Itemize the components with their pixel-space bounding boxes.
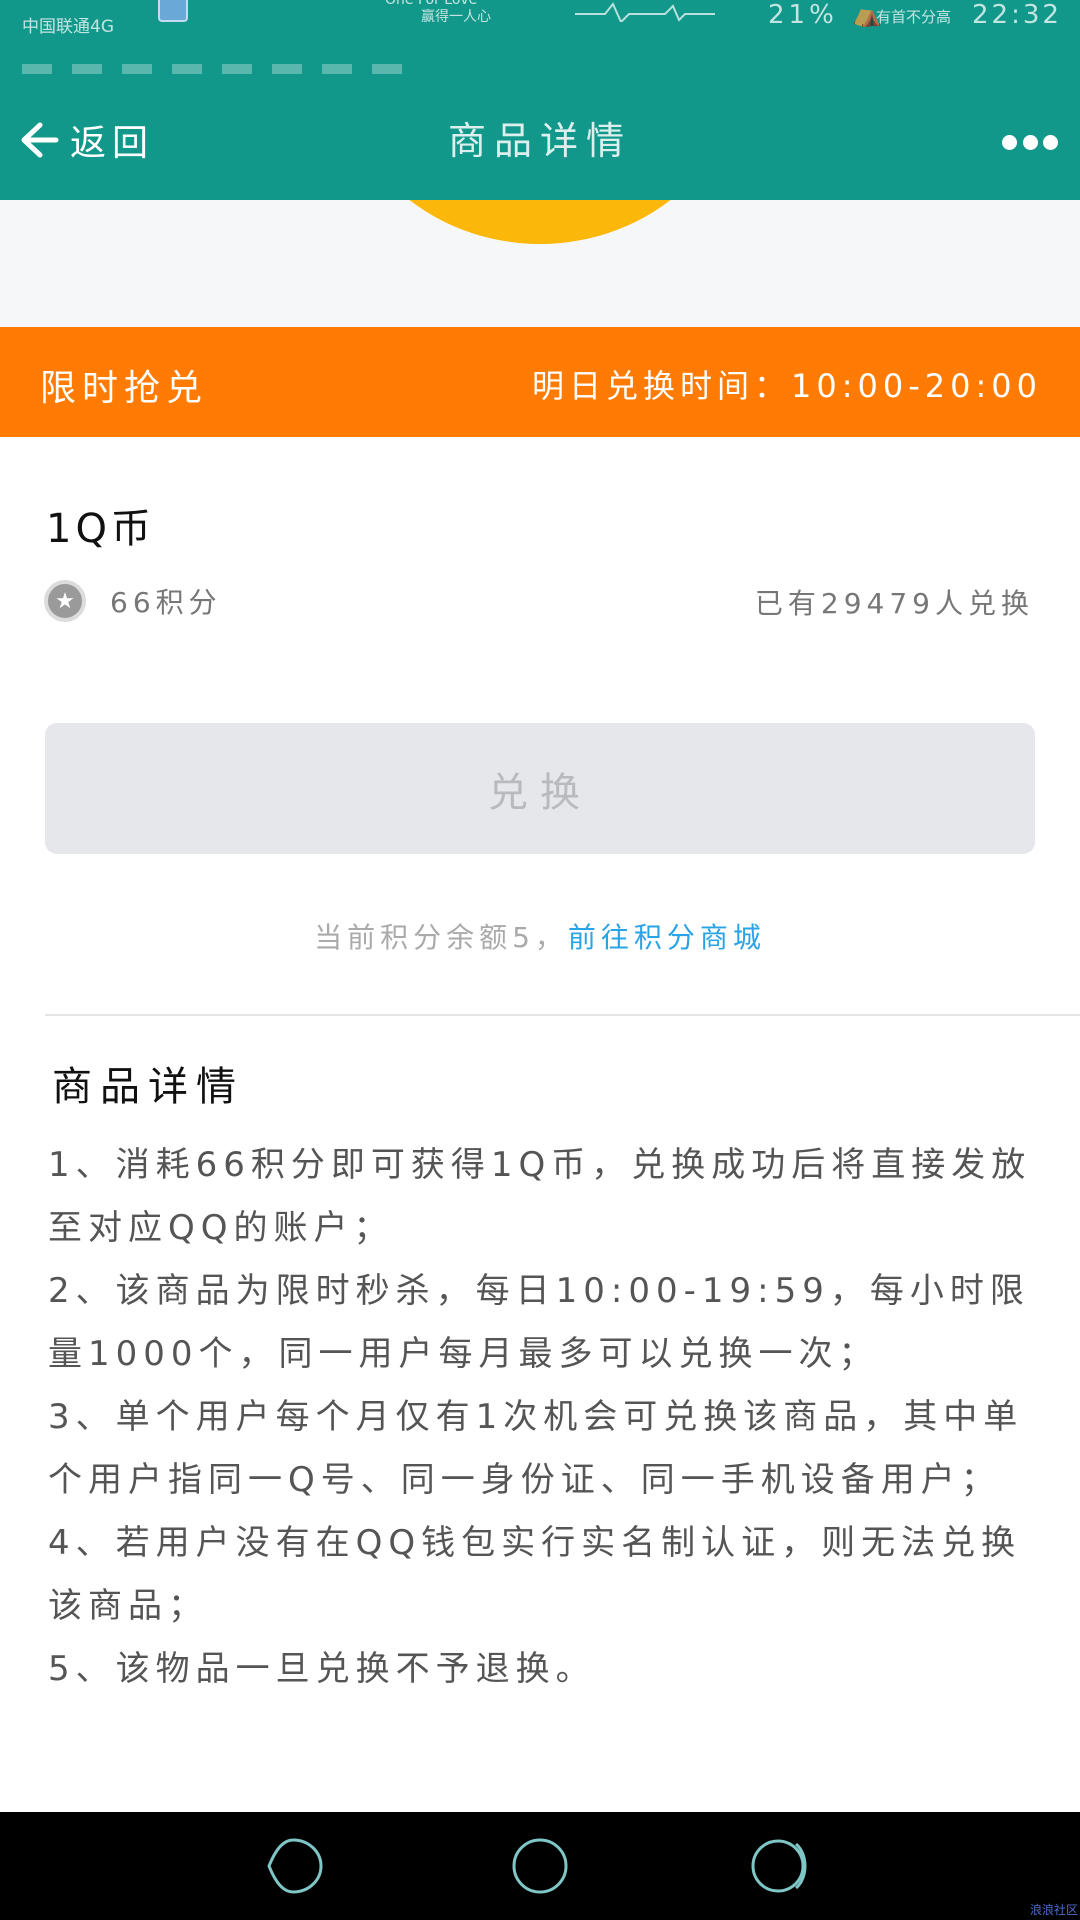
detail-item: 5、该物品一旦兑换不予退换。 xyxy=(48,1649,596,1689)
product-banner xyxy=(0,200,1080,327)
detail-item: 3、单个用户每个月仅有1次机会可兑换该商品，其中单个用户指同一Q号、同一身份证、… xyxy=(48,1397,1024,1500)
divider xyxy=(45,1014,1080,1016)
redeem-button[interactable]: 兑换 xyxy=(45,723,1035,854)
carrier-label: 中国联通4G xyxy=(22,17,114,37)
status-note: 有首不分高 xyxy=(876,8,952,26)
nav-back-icon[interactable] xyxy=(263,1836,327,1896)
nav-recent-icon[interactable] xyxy=(750,1836,814,1896)
flash-sale-time: 明日兑换时间：10:00-20:00 xyxy=(532,367,1042,405)
page-title: 商品详情 xyxy=(447,119,632,163)
watermark: 浪浪社区 xyxy=(1029,1903,1078,1917)
flash-sale-label: 限时抢兑 xyxy=(40,368,209,409)
music-subtitle: 赢得一人心 xyxy=(421,9,491,25)
points-row: ★ 66积分 xyxy=(44,580,222,622)
heartbeat-icon xyxy=(575,2,715,22)
dot-icon xyxy=(1022,134,1038,150)
detail-item: 2、该商品为限时秒杀，每日10:00-19:59，每小时限量1000个，同一用户… xyxy=(48,1271,1030,1374)
detail-item: 4、若用户没有在QQ钱包实行实名制认证，则无法兑换该商品； xyxy=(48,1523,1022,1626)
details-title: 商品详情 xyxy=(52,1064,244,1110)
balance-text: 当前积分余额5， xyxy=(314,921,568,954)
balance-line: 当前积分余额5，前往积分商城 xyxy=(0,916,1080,956)
app-header: 返回 商品详情 xyxy=(0,78,1080,200)
dot-icon xyxy=(1043,134,1058,150)
redeemed-count: 已有29479人兑换 xyxy=(754,587,1034,620)
more-options-button[interactable] xyxy=(1002,132,1058,152)
points-cost: 66积分 xyxy=(110,586,222,619)
detail-item: 1、消耗66积分即可获得1Q币，兑换成功后将直接发放至对应QQ的账户； xyxy=(48,1145,1032,1248)
flash-sale-bar: 限时抢兑 明日兑换时间：10:00-20:00 xyxy=(0,327,1080,437)
notification-ghost xyxy=(22,64,422,74)
product-name: 1Q币 xyxy=(46,506,155,552)
star-points-icon: ★ xyxy=(44,580,86,622)
photo-notification-icon xyxy=(158,0,188,22)
q-coin-image xyxy=(335,200,745,244)
status-bar: 中国联通4G One For Love 赢得一人心 21% ⛺ 有首不分高 22… xyxy=(0,0,1080,78)
dot-icon xyxy=(1002,134,1017,150)
battery-percent: 21% xyxy=(768,0,838,30)
system-nav-bar: 浪浪社区 xyxy=(0,1812,1080,1920)
details-list: 1、消耗66积分即可获得1Q币，兑换成功后将直接发放至对应QQ的账户； 2、该商… xyxy=(48,1134,1038,1701)
clock: 22:32 xyxy=(972,0,1062,30)
nav-home-icon[interactable] xyxy=(508,1836,572,1896)
points-mall-link[interactable]: 前往积分商城 xyxy=(568,921,766,954)
